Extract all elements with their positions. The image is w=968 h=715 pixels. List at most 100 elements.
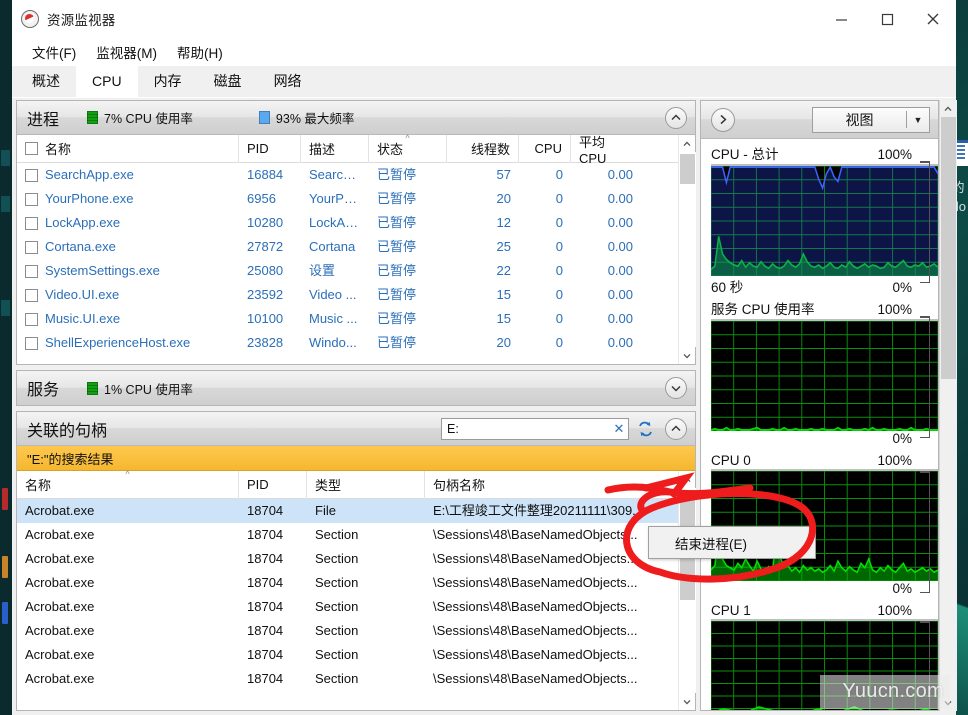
- table-row[interactable]: Acrobat.exe 18704 Section \Sessions\48\Base…: [17, 595, 678, 619]
- menu-item-file[interactable]: 文件(F): [22, 40, 86, 64]
- cell-status: 已暂停: [377, 191, 417, 206]
- cell-type: Section: [315, 599, 359, 614]
- chevron-down-icon[interactable]: ▼: [907, 115, 929, 125]
- col-header-desc[interactable]: 描述: [301, 134, 369, 163]
- graphs-scrollbar[interactable]: [939, 100, 957, 711]
- table-row[interactable]: Acrobat.exe 18704 Section \Sessions\48\Base…: [17, 571, 678, 595]
- table-row[interactable]: Acrobat.exe 18704 Section \Sessions\48\Base…: [17, 523, 678, 547]
- processes-table: 名称 PID 描述 ^ 状态 线程数 CPU 平均 CPU SearchApp.…: [17, 133, 678, 364]
- graphs-scroll-thumb[interactable]: [940, 117, 956, 379]
- scroll-down-arrow-icon[interactable]: [679, 693, 696, 710]
- view-dropdown-button[interactable]: 视图 ▼: [812, 106, 930, 133]
- processes-cpu-stat: 7% CPU 使用率: [87, 108, 193, 127]
- tab-cpu[interactable]: CPU: [76, 65, 138, 97]
- services-panel-header[interactable]: 服务 1% CPU 使用率: [17, 371, 695, 405]
- services-cpu-stat-label: 1% CPU 使用率: [104, 382, 193, 397]
- processes-scrollbar[interactable]: [678, 135, 696, 364]
- cell-pid: 18704: [247, 575, 284, 590]
- row-checkbox[interactable]: [25, 216, 38, 230]
- row-checkbox[interactable]: [25, 168, 38, 182]
- handles-col-header-name[interactable]: ^ 名称: [17, 468, 239, 499]
- cell-name: Acrobat.exe: [25, 623, 95, 638]
- services-expand-chevron-down-icon[interactable]: [665, 377, 687, 399]
- scroll-up-arrow-icon[interactable]: [939, 100, 957, 117]
- table-row[interactable]: Video.UI.exe 23592 Video ... 已暂停 15 0 0.00: [17, 283, 678, 307]
- watermark: Yuucn.com: [842, 680, 944, 702]
- cell-pid: 25080: [247, 263, 284, 278]
- table-row[interactable]: Music.UI.exe 10100 Music ... 已暂停 15 0 0.00: [17, 307, 678, 331]
- blue-swatch-icon: [258, 111, 270, 124]
- processes-scroll-track[interactable]: [678, 152, 696, 347]
- cell-cpu: 0: [555, 167, 563, 182]
- handles-col-header-pid[interactable]: PID: [239, 470, 307, 499]
- row-checkbox[interactable]: [25, 240, 38, 254]
- col-header-avg-cpu[interactable]: 平均 CPU: [571, 135, 641, 166]
- graph-cpu-0-ymin: 0%: [892, 581, 912, 596]
- table-row[interactable]: Acrobat.exe 18704 Section \Sessions\48\Base…: [17, 667, 678, 691]
- table-row[interactable]: Acrobat.exe 18704 Section \Sessions\48\Base…: [17, 547, 678, 571]
- table-row[interactable]: YourPhone.exe 6956 YourPh... 已暂停 20 0 0.00: [17, 187, 678, 211]
- cell-status: 已暂停: [377, 167, 417, 182]
- process-name: YourPhone.exe: [45, 191, 134, 206]
- col-header-name[interactable]: 名称: [45, 139, 71, 158]
- select-all-checkbox[interactable]: [25, 142, 38, 155]
- row-checkbox[interactable]: [25, 192, 38, 206]
- clear-x-icon[interactable]: ✕: [610, 419, 628, 439]
- desktop-icon: [1, 150, 10, 166]
- view-dropdown-label: 视图: [845, 111, 874, 128]
- graphs-scroll-area: CPU - 总计 100% 60 秒 0% 服务 CPU 使用率 100% 0%…: [701, 139, 938, 710]
- desktop-taskbar-chip: [2, 602, 8, 624]
- col-header-status[interactable]: ^ 状态: [369, 133, 447, 163]
- handles-col-header-handle-name[interactable]: 句柄名称: [425, 471, 678, 499]
- graphs-scroll-track[interactable]: [939, 117, 957, 694]
- maximize-button[interactable]: [864, 0, 910, 38]
- close-button[interactable]: [910, 0, 956, 38]
- scroll-up-arrow-icon[interactable]: [679, 471, 696, 488]
- cell-cpu: 0: [555, 191, 563, 206]
- menu-item-help[interactable]: 帮助(H): [167, 40, 233, 64]
- cell-pid: 18704: [247, 551, 284, 566]
- col-header-threads[interactable]: 线程数: [447, 134, 519, 163]
- tab-memory[interactable]: 内存: [138, 65, 198, 97]
- row-checkbox[interactable]: [25, 264, 38, 278]
- handle-search-box[interactable]: ✕: [441, 418, 629, 440]
- table-row[interactable]: Acrobat.exe 18704 Section \Sessions\48\Base…: [17, 619, 678, 643]
- cell-desc: LockAp...: [309, 215, 364, 230]
- table-row[interactable]: Acrobat.exe 18704 File E:\工程竣工文件整理20211111\…: [17, 499, 678, 523]
- row-checkbox[interactable]: [25, 288, 38, 302]
- row-checkbox[interactable]: [25, 312, 38, 326]
- scroll-up-arrow-icon[interactable]: [679, 135, 696, 152]
- context-menu-item-end-process[interactable]: 结束进程(E): [675, 533, 747, 553]
- table-row[interactable]: Acrobat.exe 18704 Section \Sessions\48\Base…: [17, 643, 678, 667]
- minimize-button[interactable]: [818, 0, 864, 38]
- processes-collapse-chevron-up-icon[interactable]: [665, 106, 687, 129]
- handles-col-header-type[interactable]: 类型: [307, 470, 425, 499]
- cell-pid: 18704: [247, 647, 284, 662]
- tab-network[interactable]: 网络: [258, 65, 318, 97]
- scroll-down-arrow-icon[interactable]: [679, 347, 696, 364]
- processes-scroll-thumb[interactable]: [679, 154, 695, 184]
- menu-item-monitor[interactable]: 监视器(M): [86, 40, 167, 64]
- tab-disk[interactable]: 磁盘: [198, 65, 258, 97]
- table-row[interactable]: SearchApp.exe 16884 Search ... 已暂停 57 0 0.00: [17, 163, 678, 187]
- processes-panel-header[interactable]: 进程 7% CPU 使用率 93% 最大频率: [17, 101, 695, 135]
- services-panel-title: 服务: [27, 382, 60, 399]
- handles-table: ^ 名称 PID 类型 句柄名称 Acrobat.exe 18704 File E:\…: [17, 468, 678, 710]
- graphs-collapse-chevron-right-icon[interactable]: [711, 107, 735, 132]
- table-row[interactable]: Cortana.exe 27872 Cortana 已暂停 25 0 0.00: [17, 235, 678, 259]
- handle-search-input[interactable]: [442, 422, 610, 436]
- cell-status: 已暂停: [377, 311, 417, 326]
- handles-collapse-chevron-up-icon[interactable]: [665, 417, 687, 440]
- table-row[interactable]: LockApp.exe 10280 LockAp... 已暂停 12 0 0.00: [17, 211, 678, 235]
- cell-name: Acrobat.exe: [25, 527, 95, 542]
- sort-ascending-icon: ^: [125, 468, 130, 479]
- handles-scrollbar[interactable]: [678, 471, 696, 710]
- col-header-pid[interactable]: PID: [239, 134, 301, 163]
- handles-scroll-track[interactable]: [678, 488, 696, 693]
- table-row[interactable]: SystemSettings.exe 25080 设置 已暂停 22 0 0.00: [17, 259, 678, 283]
- refresh-icon[interactable]: [635, 420, 655, 438]
- tab-overview[interactable]: 概述: [16, 65, 76, 97]
- table-row[interactable]: ShellExperienceHost.exe 23828 Windo... 已暂停 2…: [17, 331, 678, 355]
- col-header-cpu[interactable]: CPU: [519, 134, 571, 163]
- row-checkbox[interactable]: [25, 336, 38, 350]
